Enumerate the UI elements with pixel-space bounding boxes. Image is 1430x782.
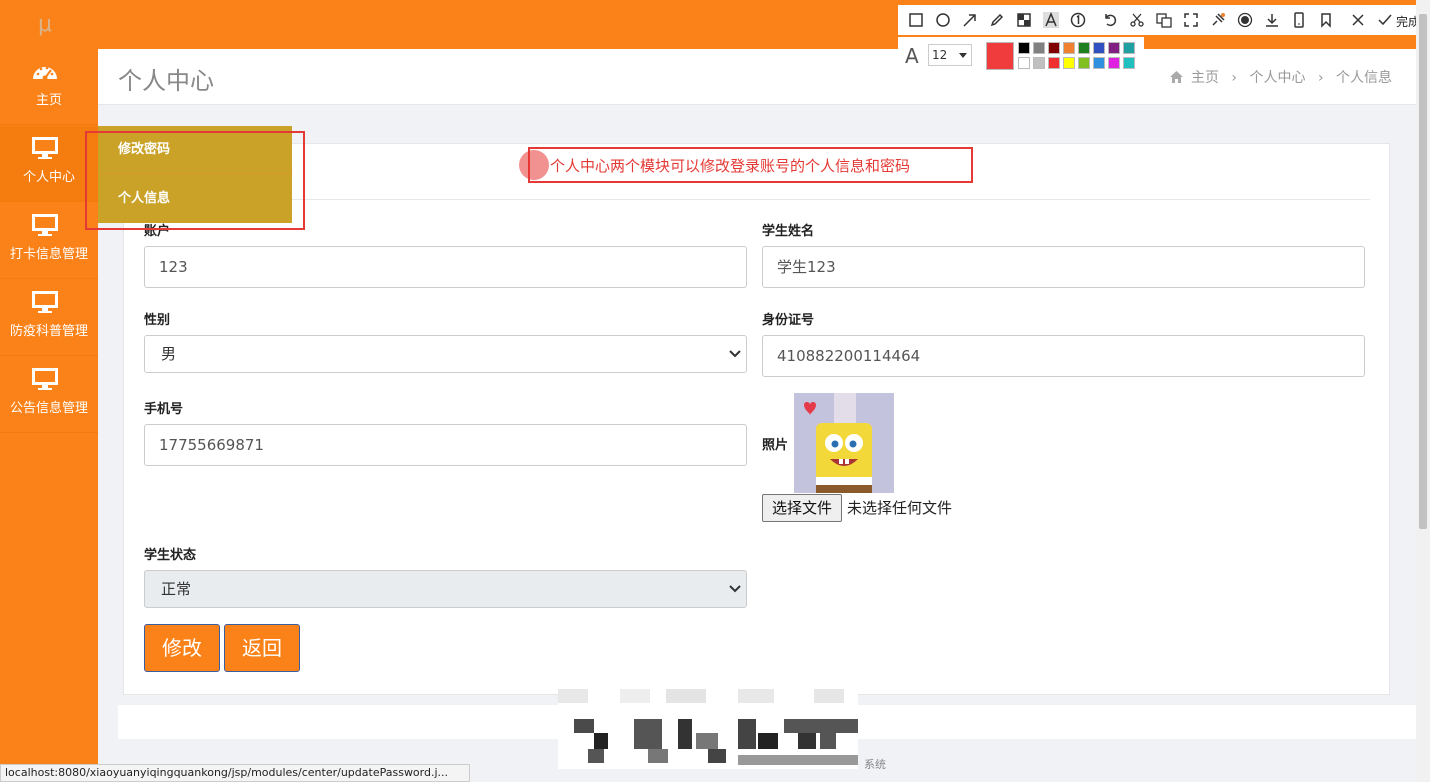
current-color-swatch[interactable]	[986, 42, 1014, 70]
home-icon	[1169, 71, 1183, 83]
status-bar-url: localhost:8080/xiaoyuanyiqingquankong/js…	[0, 764, 470, 782]
footer-text: 系统	[864, 758, 886, 771]
breadcrumb-separator: ›	[1231, 70, 1238, 86]
id-input[interactable]: 410882200114464	[762, 335, 1365, 377]
name-label: 学生姓名	[762, 224, 815, 239]
student-photo	[794, 393, 894, 493]
phone-input[interactable]: 17755669871	[144, 424, 747, 466]
chevron-down-icon	[729, 585, 741, 593]
color-swatch[interactable]	[1048, 42, 1060, 54]
annotation-rectangle[interactable]	[85, 131, 305, 230]
arrow-tool-icon[interactable]	[962, 12, 978, 28]
scrollbar[interactable]	[1416, 0, 1430, 782]
breadcrumb-item-info: 个人信息	[1336, 70, 1392, 86]
status-select[interactable]: 正常	[144, 570, 747, 608]
color-swatch[interactable]	[1018, 57, 1030, 69]
color-swatch[interactable]	[1108, 57, 1120, 69]
pixelated-watermark	[558, 689, 858, 769]
annotation-text[interactable]: 个人中心两个模块可以修改登录账号的个人信息和密码	[550, 155, 910, 176]
number-tool-icon[interactable]	[1070, 12, 1086, 28]
monitor-icon	[31, 290, 59, 314]
annotation-toolbar: 完成	[898, 5, 1420, 35]
logo: μ	[38, 12, 52, 37]
status-value: 正常	[161, 580, 192, 598]
sidebar-item-home[interactable]: 主页	[0, 49, 98, 125]
color-swatch[interactable]	[1123, 57, 1135, 69]
color-swatch[interactable]	[1063, 42, 1075, 54]
rectangle-tool-icon[interactable]	[908, 12, 924, 28]
phone-icon[interactable]	[1291, 12, 1307, 28]
scrollbar-thumb[interactable]	[1419, 14, 1427, 529]
divider	[144, 199, 1370, 200]
choose-file-button[interactable]: 选择文件	[762, 494, 842, 522]
page-title: 个人中心	[118, 67, 214, 95]
chevron-down-icon	[729, 350, 741, 358]
check-icon[interactable]	[1377, 12, 1393, 28]
sidebar-item-label: 防疫科普管理	[9, 324, 88, 339]
color-swatch[interactable]	[1123, 42, 1135, 54]
text-options-panel: A 12	[898, 37, 1144, 75]
sidebar-item-label: 打卡信息管理	[9, 247, 88, 262]
cursor-indicator	[519, 150, 549, 180]
color-swatch[interactable]	[1018, 42, 1030, 54]
record-icon[interactable]	[1237, 12, 1253, 28]
sidebar-item-label: 主页	[35, 93, 62, 108]
font-size-select[interactable]: 12	[928, 44, 972, 66]
monitor-icon	[31, 367, 59, 391]
sidebar-item-label: 个人中心	[22, 170, 75, 185]
pencil-tool-icon[interactable]	[989, 12, 1005, 28]
back-button[interactable]: 返回	[224, 624, 300, 672]
sidebar-item-personal-center[interactable]: 个人中心	[0, 126, 98, 202]
color-swatch[interactable]	[1093, 57, 1105, 69]
name-input[interactable]: 学生123	[762, 246, 1365, 288]
ellipse-tool-icon[interactable]	[935, 12, 951, 28]
sidebar-item-label: 公告信息管理	[9, 401, 88, 416]
sidebar-item-checkin[interactable]: 打卡信息管理	[0, 203, 98, 279]
color-swatch[interactable]	[1063, 57, 1075, 69]
bookmark-icon[interactable]	[1318, 12, 1334, 28]
font-size-value: 12	[932, 48, 948, 62]
modify-button[interactable]: 修改	[144, 624, 220, 672]
undo-icon[interactable]	[1102, 12, 1118, 28]
color-swatch[interactable]	[1033, 42, 1045, 54]
text-tool-icon[interactable]	[1043, 12, 1059, 28]
color-swatch[interactable]	[1048, 57, 1060, 69]
translate-icon[interactable]	[1156, 12, 1172, 28]
color-swatch[interactable]	[1033, 57, 1045, 69]
color-swatch[interactable]	[1108, 42, 1120, 54]
breadcrumb: 主页 › 个人中心 › 个人信息	[1169, 67, 1396, 87]
color-swatch[interactable]	[1078, 42, 1090, 54]
file-status-text: 未选择任何文件	[847, 499, 953, 517]
color-swatch[interactable]	[1078, 57, 1090, 69]
phone-label: 手机号	[144, 402, 184, 417]
gender-value: 男	[161, 345, 177, 363]
gender-select[interactable]: 男	[144, 335, 747, 373]
download-icon[interactable]	[1264, 12, 1280, 28]
photo-label: 照片	[762, 438, 789, 453]
gender-label: 性别	[144, 313, 171, 328]
mosaic-tool-icon[interactable]	[1016, 12, 1032, 28]
breadcrumb-item-center[interactable]: 个人中心	[1249, 70, 1305, 86]
sidebar-item-notice[interactable]: 公告信息管理	[0, 357, 98, 433]
page-header: 个人中心 主页 › 个人中心 › 个人信息	[98, 49, 1416, 105]
expand-icon[interactable]	[1183, 12, 1199, 28]
close-icon[interactable]	[1350, 12, 1366, 28]
sidebar-item-epidemic[interactable]: 防疫科普管理	[0, 280, 98, 356]
account-input[interactable]: 123	[144, 246, 747, 288]
font-icon: A	[905, 44, 919, 68]
form-card	[123, 143, 1390, 695]
cut-tool-icon[interactable]	[1129, 12, 1145, 28]
breadcrumb-item-home[interactable]: 主页	[1191, 70, 1219, 86]
breadcrumb-separator: ›	[1317, 70, 1324, 86]
status-label: 学生状态	[144, 548, 197, 563]
monitor-icon	[31, 213, 59, 237]
id-label: 身份证号	[762, 313, 815, 328]
dashboard-icon	[31, 59, 59, 83]
monitor-icon	[31, 136, 59, 160]
color-swatch[interactable]	[1093, 42, 1105, 54]
sidebar: μ 主页 个人中心 打卡信息管理 防疫科普管理 公告信息管理	[0, 0, 98, 782]
pin-icon[interactable]	[1210, 12, 1226, 28]
chevron-down-icon	[959, 53, 967, 58]
